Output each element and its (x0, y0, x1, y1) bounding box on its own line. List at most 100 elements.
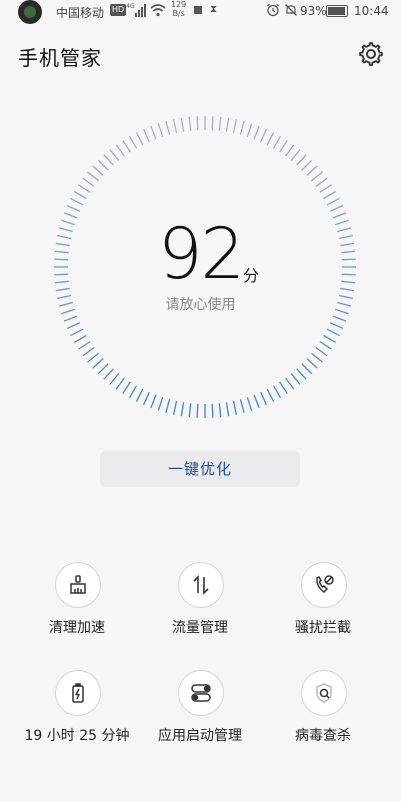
dial-tick (225, 402, 230, 417)
dial-tick (180, 402, 185, 417)
dial-tick (87, 352, 99, 363)
dial-tick (301, 363, 313, 375)
network-speed: 129 B/s (171, 0, 186, 18)
one-click-optimize-button[interactable]: 一键优化 (100, 451, 300, 487)
dial-tick (338, 234, 353, 240)
page-title: 手机管家 (18, 46, 102, 70)
dial-tick (115, 144, 125, 157)
dial-tick (135, 388, 144, 402)
dial-tick (63, 212, 78, 219)
dial-tick (246, 397, 253, 411)
dial-tick (290, 149, 301, 161)
tool-data-management[interactable]: 流量管理 (137, 562, 267, 652)
dial-tick (285, 144, 295, 157)
dial-tick (87, 171, 99, 182)
dial-tick (109, 149, 120, 161)
dial-tick (341, 273, 356, 276)
signal-icon: 4G (126, 3, 146, 17)
dial-tick (319, 184, 332, 193)
score-unit: 分 (243, 266, 260, 285)
tool-label: 19 小时 25 分钟 (24, 728, 130, 744)
wifi-icon (150, 4, 166, 17)
dial-tick (70, 197, 84, 206)
dial-tick (97, 159, 109, 171)
dial-tick (239, 120, 245, 135)
dial-tick (306, 358, 318, 369)
phone-manager-screen: 中国移动 HD 4G 129 B/s ⧗ 93% 10:44 手机管家 92 分… (0, 0, 401, 802)
dial-tick (55, 242, 70, 247)
tool-cleanup[interactable]: 清理加速 (14, 562, 144, 652)
dial-tick (122, 381, 131, 394)
hd-badge: HD (110, 4, 127, 16)
gear-icon[interactable] (358, 41, 384, 67)
dial-tick (128, 385, 138, 399)
dial-tick (54, 273, 69, 276)
tool-app-launch-management[interactable]: 应用启动管理 (137, 670, 267, 760)
dial-tick (188, 403, 192, 418)
dial-tick (82, 347, 95, 357)
dial-tick (311, 171, 323, 182)
dial-tick (172, 119, 178, 134)
dial-tick (180, 117, 185, 132)
dial-tick (55, 287, 70, 292)
dial-tick (279, 381, 288, 394)
battery-icon (326, 5, 348, 17)
score-value: 92 (158, 213, 245, 295)
dial-tick (103, 368, 114, 380)
dial-tick (122, 140, 131, 153)
alarm-icon (267, 3, 279, 17)
tool-label: 流量管理 (172, 620, 228, 636)
dial-tick (239, 399, 245, 414)
dial-tick (150, 394, 157, 409)
carrier-label: 中国移动 (56, 6, 105, 20)
svg-text:4G: 4G (126, 3, 135, 10)
tool-label: 骚扰拦截 (295, 620, 351, 636)
dial-tick (165, 120, 171, 135)
dial-tick (329, 204, 344, 212)
dial-tick (92, 358, 104, 369)
mute-icon (285, 4, 297, 16)
toggle-switches-icon (178, 670, 224, 716)
dial-tick (232, 400, 238, 415)
tool-label: 病毒查杀 (295, 728, 351, 744)
dial-tick (290, 373, 301, 385)
dial-tick (340, 242, 355, 247)
dial-tick (97, 363, 109, 375)
dial-tick (326, 197, 340, 206)
tool-virus-scan[interactable]: 病毒查杀 (260, 670, 390, 760)
dial-tick (157, 123, 164, 137)
dial-tick (337, 227, 352, 233)
dial-tick (70, 328, 84, 337)
shield-search-icon (301, 670, 347, 716)
tool-label: 应用启动管理 (158, 728, 242, 744)
score-subtitle: 请放心使用 (165, 297, 236, 313)
network-speed-unit: B/s (172, 9, 185, 18)
dial-tick (319, 341, 332, 350)
hourglass-icon: ⧗ (210, 4, 218, 15)
dial-tick (211, 116, 214, 131)
status-bar: 中国移动 HD 4G 129 B/s ⧗ 93% 10:44 (0, 0, 401, 24)
dial-tick (196, 403, 199, 418)
dial-tick (225, 117, 230, 132)
tool-battery[interactable]: 19 小时 25 分钟 (14, 670, 144, 760)
dial-tick (73, 334, 87, 344)
dial-tick (58, 227, 73, 233)
dial-tick (211, 403, 214, 418)
dial-tick (115, 377, 125, 390)
dial-tick (253, 394, 260, 409)
dial-tick (326, 328, 340, 337)
dial-tick (150, 125, 157, 140)
tool-harassment-block[interactable]: 骚扰拦截 (260, 562, 390, 652)
dial-tick (341, 250, 356, 254)
dial-tick (66, 322, 81, 330)
dial-tick (165, 399, 171, 414)
dial-tick (335, 219, 349, 226)
dial-tick (285, 377, 295, 390)
dial-tick (232, 119, 238, 134)
dial-tick (188, 116, 192, 131)
network-speed-value: 129 (171, 0, 187, 9)
clock: 10:44 (354, 4, 389, 18)
dial-tick (340, 287, 355, 292)
dial-tick (315, 347, 328, 357)
dial-tick (135, 132, 144, 146)
